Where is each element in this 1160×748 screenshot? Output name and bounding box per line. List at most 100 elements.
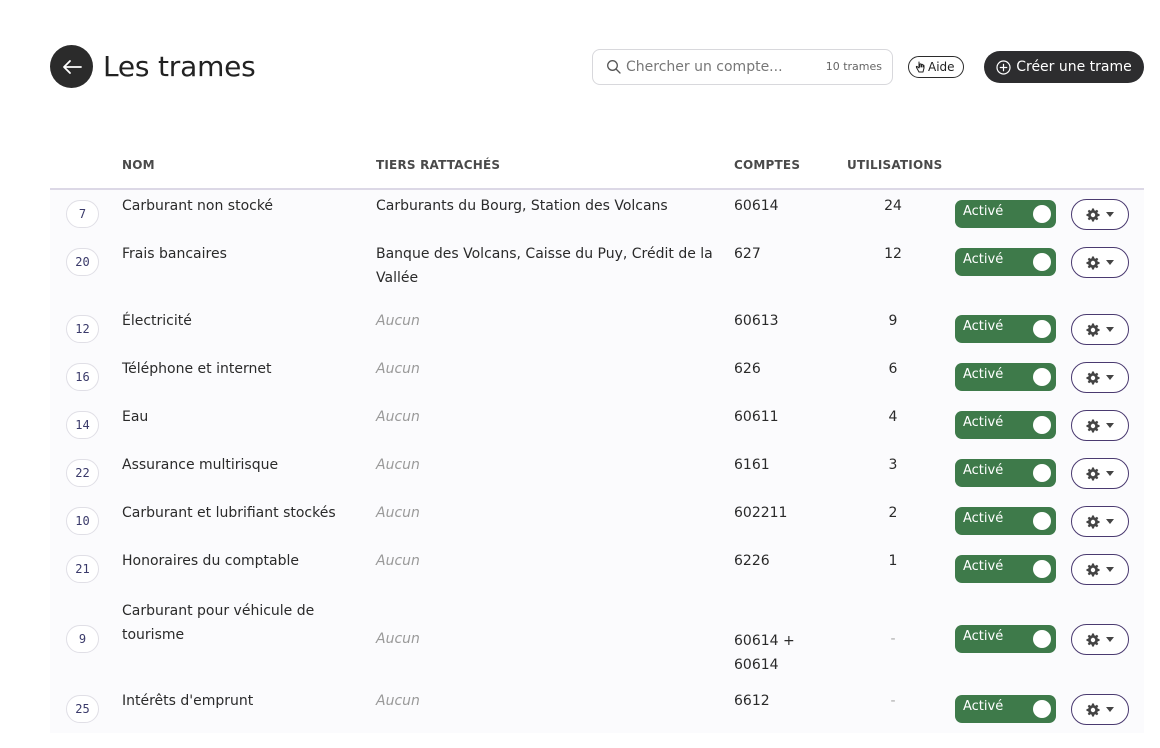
trame-accounts: 60614 + 60614: [734, 629, 824, 677]
trame-accounts-line: 626: [734, 361, 761, 377]
toggle-knob: [1033, 560, 1051, 578]
status-toggle[interactable]: Activé: [955, 625, 1056, 653]
status-toggle[interactable]: Activé: [955, 507, 1056, 535]
table-header: NOM TIERS RATTACHÉS COMPTES UTILISATIONS: [50, 150, 1144, 190]
create-trame-label: Créer une trame: [1016, 59, 1132, 75]
trame-accounts-line: 60614: [734, 198, 779, 214]
trame-name-line: Assurance multirisque: [122, 457, 279, 473]
table-row[interactable]: 9 Carburant pour véhicule de tourisme Aucun…: [50, 593, 1144, 685]
toggle-knob: [1033, 630, 1051, 648]
row-settings-button[interactable]: [1071, 199, 1129, 230]
column-header-name[interactable]: NOM: [122, 158, 155, 172]
back-button[interactable]: [50, 45, 93, 88]
trame-tiers-line: Aucun: [376, 409, 420, 425]
gear-icon: [1086, 371, 1100, 384]
column-header-usages[interactable]: UTILISATIONS: [847, 158, 942, 172]
trame-tiers: Aucun: [376, 501, 721, 525]
trame-tiers-line: Aucun: [376, 505, 420, 521]
row-settings-button[interactable]: [1071, 458, 1129, 489]
trame-usages: 6: [888, 361, 898, 377]
status-toggle[interactable]: Activé: [955, 411, 1056, 439]
table-row[interactable]: 12 Électricité Aucun 60613 9 Activé: [50, 305, 1144, 353]
column-header-accounts[interactable]: COMPTES: [734, 158, 800, 172]
trame-id-badge: 21: [66, 555, 99, 583]
toggle-knob: [1033, 253, 1051, 271]
row-settings-button[interactable]: [1071, 554, 1129, 585]
search-input[interactable]: [626, 54, 816, 80]
table-row[interactable]: 21 Honoraires du comptable Aucun 6226 1 Activ…: [50, 545, 1144, 593]
table-body: 7 Carburant non stocké Carburants du Bourg…: [50, 190, 1144, 733]
caret-down-icon: [1106, 471, 1114, 476]
gear-icon: [1086, 208, 1100, 221]
trame-tiers: Aucun: [376, 357, 721, 381]
table-row[interactable]: 16 Téléphone et internet Aucun 626 6 Activé: [50, 353, 1144, 401]
status-toggle[interactable]: Activé: [955, 459, 1056, 487]
trame-name: Téléphone et internet: [122, 357, 362, 381]
status-toggle[interactable]: Activé: [955, 315, 1056, 343]
row-settings-button[interactable]: [1071, 624, 1129, 655]
trame-name-line: Carburant pour véhicule de: [122, 603, 315, 619]
trame-usages: 9: [888, 313, 898, 329]
trame-usages: -: [890, 693, 896, 709]
status-toggle[interactable]: Activé: [955, 200, 1056, 228]
trame-name-line: Carburant non stocké: [122, 198, 274, 214]
column-header-tiers[interactable]: TIERS RATTACHÉS: [376, 158, 500, 172]
page-header: Les trames 10 trames Aide Créer une tram…: [50, 45, 1144, 91]
hand-pointer-icon: [915, 61, 925, 72]
row-settings-button[interactable]: [1071, 362, 1129, 393]
trame-name: Frais bancaires: [122, 242, 362, 266]
gear-icon: [1086, 703, 1100, 716]
row-settings-button[interactable]: [1071, 314, 1129, 345]
trame-usages: -: [890, 631, 896, 647]
search-icon: [607, 60, 621, 74]
trame-name: Carburant pour véhicule de tourisme: [122, 599, 362, 647]
table-row[interactable]: 20 Frais bancaires Banque des Volcans, Cai…: [50, 238, 1144, 305]
table-row[interactable]: 25 Intérêts d'emprunt Aucun 6612 - Activé: [50, 685, 1144, 733]
trame-count: 10 trames: [825, 60, 882, 73]
status-toggle[interactable]: Activé: [955, 695, 1056, 723]
row-settings-button[interactable]: [1071, 410, 1129, 441]
trame-accounts: 60614: [734, 194, 824, 218]
status-toggle[interactable]: Activé: [955, 363, 1056, 391]
trame-name: Assurance multirisque: [122, 453, 362, 477]
gear-icon: [1086, 256, 1100, 269]
trame-accounts-line: 627: [734, 246, 761, 262]
status-label: Activé: [963, 629, 1004, 644]
status-toggle[interactable]: Activé: [955, 248, 1056, 276]
trame-name-line: Intérêts d'emprunt: [122, 693, 254, 709]
table-row[interactable]: 22 Assurance multirisque Aucun 6161 3 Activé: [50, 449, 1144, 497]
trame-accounts-line: 6612: [734, 693, 770, 709]
trame-id-badge: 7: [66, 200, 99, 228]
caret-down-icon: [1106, 260, 1114, 265]
status-toggle[interactable]: Activé: [955, 555, 1056, 583]
trame-tiers-line: Aucun: [376, 457, 420, 473]
row-settings-button[interactable]: [1071, 247, 1129, 278]
status-label: Activé: [963, 367, 1004, 382]
arrow-left-icon: [62, 59, 82, 74]
trame-id-badge: 9: [66, 625, 99, 653]
gear-icon: [1086, 419, 1100, 432]
trame-id-badge: 16: [66, 363, 99, 391]
create-trame-button[interactable]: Créer une trame: [984, 51, 1144, 83]
toggle-knob: [1033, 416, 1051, 434]
toggle-knob: [1033, 320, 1051, 338]
trame-name: Carburant non stocké: [122, 194, 362, 218]
caret-down-icon: [1106, 327, 1114, 332]
plus-circle-icon: [996, 59, 1011, 75]
row-settings-button[interactable]: [1071, 506, 1129, 537]
table-row[interactable]: 10 Carburant et lubrifiant stockés Aucun 60…: [50, 497, 1144, 545]
status-label: Activé: [963, 252, 1004, 267]
status-label: Activé: [963, 415, 1004, 430]
help-button[interactable]: Aide: [908, 56, 964, 78]
gear-icon: [1086, 515, 1100, 528]
trame-accounts: 6612: [734, 689, 824, 713]
table-row[interactable]: 7 Carburant non stocké Carburants du Bourg…: [50, 190, 1144, 238]
toggle-knob: [1033, 205, 1051, 223]
trame-accounts: 60613: [734, 309, 824, 333]
table-row[interactable]: 14 Eau Aucun 60611 4 Activé: [50, 401, 1144, 449]
row-settings-button[interactable]: [1071, 694, 1129, 725]
gear-icon: [1086, 467, 1100, 480]
trame-id-badge: 22: [66, 459, 99, 487]
trame-accounts-line: 60611: [734, 409, 779, 425]
trame-tiers: Aucun: [376, 405, 721, 429]
